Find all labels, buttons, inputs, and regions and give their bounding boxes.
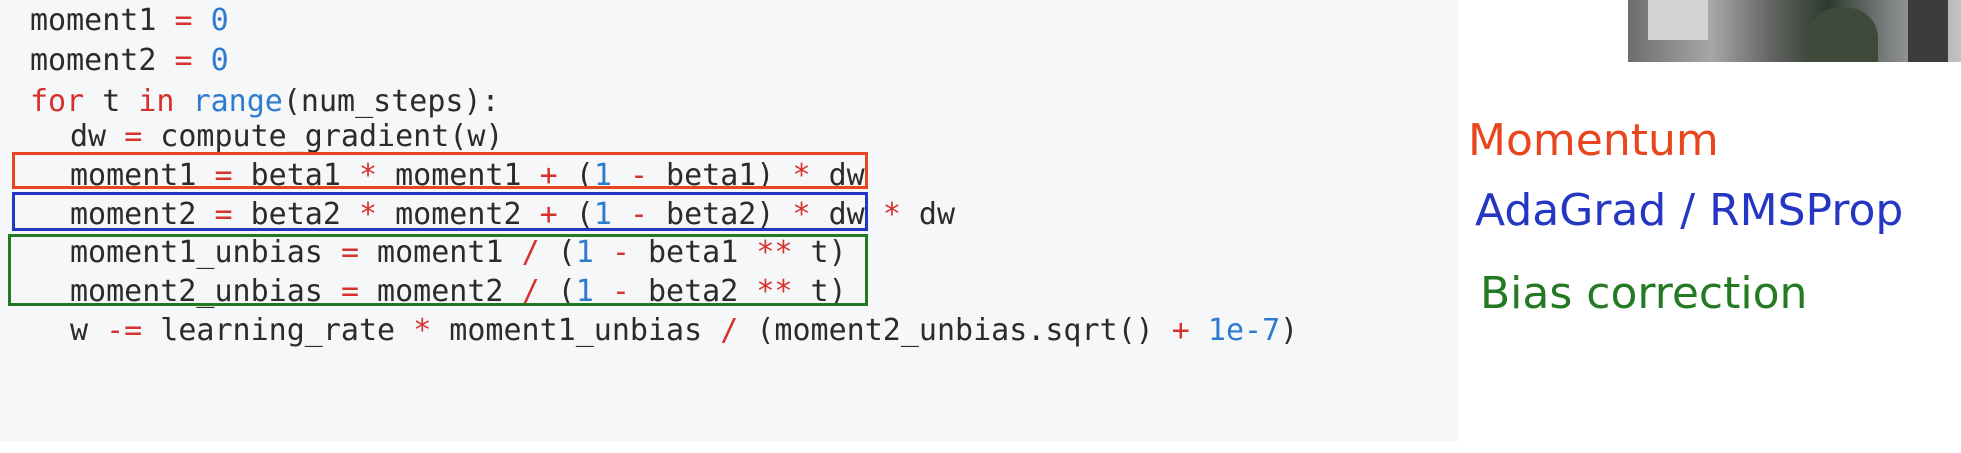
code-token: dw: [900, 197, 956, 232]
code-token: for: [30, 84, 85, 119]
code-token: (moment2_unbias.sqrt(): [738, 313, 1172, 348]
code-token: /: [720, 313, 739, 348]
code-token: moment2: [30, 43, 175, 78]
code-line: dw = compute_gradient(w): [30, 118, 503, 156]
code-token: in: [138, 84, 175, 119]
code-token: *: [882, 197, 901, 232]
code-token: moment1_unbias: [431, 313, 721, 348]
code-line: moment2 = 0: [30, 42, 229, 80]
adagrad-rmsprop-label: AdaGrad / RMSProp: [1475, 185, 1904, 236]
code-token: compute_gradient(w): [142, 119, 504, 154]
code-token: +: [1171, 313, 1190, 348]
code-token: ): [1280, 313, 1299, 348]
code-token: moment1: [30, 3, 175, 38]
momentum-label: Momentum: [1468, 115, 1719, 166]
code-token: 0: [210, 3, 229, 38]
code-token: learning_rate: [142, 313, 414, 348]
code-token: dw: [70, 119, 125, 154]
momentum-highlight-box: [12, 152, 868, 189]
code-token: =: [174, 3, 193, 38]
code-token: range: [192, 84, 283, 119]
code-token: -=: [106, 313, 143, 348]
code-token: t: [84, 84, 139, 119]
code-token: w: [70, 313, 107, 348]
code-token: =: [174, 43, 193, 78]
bias-correction-highlight-box: [8, 234, 868, 306]
code-token: 1e-7: [1207, 313, 1281, 348]
code-token: *: [413, 313, 432, 348]
code-token: (num_steps):: [282, 84, 500, 119]
video-thumbnail: [1628, 0, 1961, 62]
bias-correction-label: Bias correction: [1480, 268, 1808, 319]
adagrad-highlight-box: [12, 192, 868, 231]
code-token: 0: [210, 43, 229, 78]
code-line: w -= learning_rate * moment1_unbias / (m…: [30, 312, 1298, 350]
code-token: =: [124, 119, 143, 154]
code-panel: moment1 = 0 moment2 = 0 for t in range(n…: [0, 0, 1458, 441]
code-line: moment1 = 0: [30, 2, 229, 40]
code-line: for t in range(num_steps):: [30, 83, 500, 121]
